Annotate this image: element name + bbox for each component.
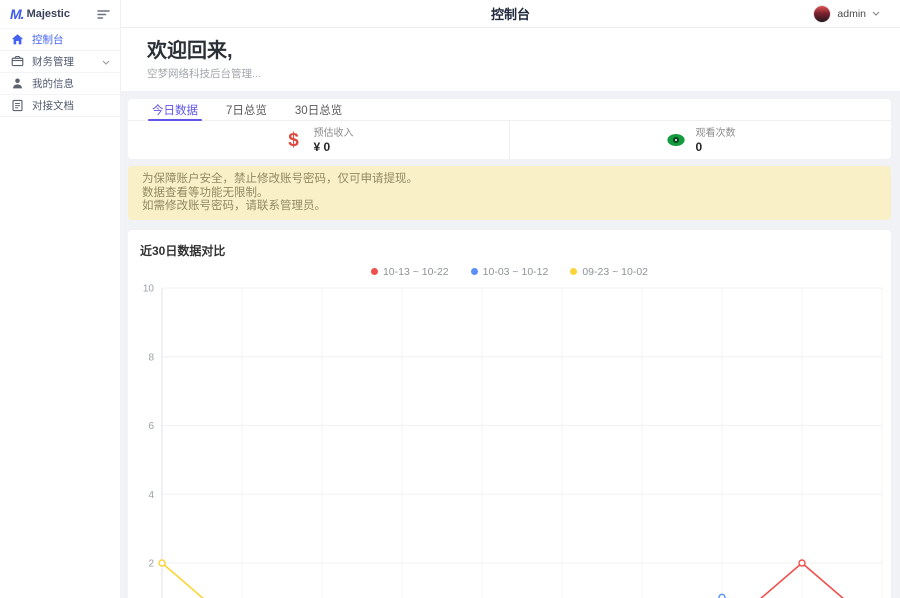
notice-line: 为保障账户安全，禁止修改账号密码，仅可申请提现。 <box>142 173 877 187</box>
sidebar-collapse-icon[interactable] <box>97 9 110 19</box>
stat-value: ¥ 0 <box>314 140 354 154</box>
stats-row: $ 预估收入¥ 0 观看次数0 <box>128 121 891 159</box>
legend-label: 09-23 ~ 10-02 <box>582 266 648 278</box>
tab-0[interactable]: 今日数据 <box>152 99 198 120</box>
stat-eye: 观看次数0 <box>509 121 891 159</box>
welcome-title: 欢迎回来, <box>147 38 900 64</box>
main-area: 控制台 admin 欢迎回来, 空梦网络科技后台管理... 今日数据 7日总览 30… <box>121 0 900 598</box>
tab-1[interactable]: 7日总览 <box>226 99 267 120</box>
chevron-down-icon <box>102 56 110 68</box>
home-icon <box>10 33 24 47</box>
stat-dollar: $ 预估收入¥ 0 <box>128 127 509 154</box>
sidebar-item-label: 控制台 <box>32 32 110 47</box>
dollar-icon: $ <box>284 131 304 150</box>
welcome-subtitle: 空梦网络科技后台管理... <box>147 66 900 81</box>
legend-label: 10-03 ~ 10-12 <box>483 266 549 278</box>
svg-text:2: 2 <box>148 558 154 569</box>
stat-label: 预估收入 <box>314 127 354 140</box>
overview-card: 今日数据 7日总览 30日总览 $ 预估收入¥ 0 观看次数0 <box>128 99 891 159</box>
chart-title: 近30日数据对比 <box>140 242 879 259</box>
tab-2[interactable]: 30日总览 <box>295 99 342 120</box>
svg-text:4: 4 <box>148 489 154 500</box>
legend-item[interactable]: 10-13 ~ 10-22 <box>371 266 449 278</box>
header: 控制台 admin <box>121 0 900 28</box>
sidebar-item-wallet[interactable]: 财务管理 <box>0 51 120 73</box>
legend-dot-icon <box>570 268 577 275</box>
legend-dot-icon <box>371 268 378 275</box>
notice-line: 数据查看等功能无限制。 <box>142 187 877 201</box>
logo-icon[interactable]: M. <box>10 6 24 22</box>
sidebar-menu: 控制台财务管理我的信息对接文档 <box>0 29 120 117</box>
sidebar: M. Majestic 控制台财务管理我的信息对接文档 <box>0 0 121 598</box>
welcome-banner: 欢迎回来, 空梦网络科技后台管理... <box>121 28 900 91</box>
app-window: M. Majestic 控制台财务管理我的信息对接文档 控制台 admin 欢迎… <box>0 0 900 598</box>
svg-text:10: 10 <box>143 283 155 294</box>
content: 今日数据 7日总览 30日总览 $ 预估收入¥ 0 观看次数0 为保障账户安全，禁止修改… <box>121 91 900 598</box>
legend-item[interactable]: 10-03 ~ 10-12 <box>471 266 549 278</box>
sidebar-item-home[interactable]: 控制台 <box>0 29 120 51</box>
page-title: 控制台 <box>121 4 900 23</box>
chevron-down-icon <box>872 11 880 16</box>
svg-text:8: 8 <box>148 352 154 363</box>
avatar[interactable] <box>813 5 831 23</box>
svg-text:6: 6 <box>148 421 154 432</box>
stat-value: 0 <box>696 140 736 154</box>
sidebar-item-label: 我的信息 <box>32 76 110 91</box>
chart-card: 近30日数据对比 10-13 ~ 10-22 10-03 ~ 10-12 09-23… <box>128 230 891 598</box>
notice-line: 如需修改账号密码，请联系管理员。 <box>142 200 877 214</box>
sidebar-item-user[interactable]: 我的信息 <box>0 73 120 95</box>
line-chart: 10 8 6 4 2 <box>128 230 891 598</box>
tab-bar: 今日数据 7日总览 30日总览 <box>128 99 891 121</box>
stat-label: 观看次数 <box>696 127 736 140</box>
legend-dot-icon <box>471 268 478 275</box>
user-icon <box>10 77 24 91</box>
security-notice: 为保障账户安全，禁止修改账号密码，仅可申请提现。数据查看等功能无限制。如需修改账… <box>128 166 891 220</box>
logo-row: M. Majestic <box>0 0 120 29</box>
legend-item[interactable]: 09-23 ~ 10-02 <box>570 266 648 278</box>
chart-legend: 10-13 ~ 10-22 10-03 ~ 10-12 09-23 ~ 10-02 <box>140 266 879 278</box>
user-menu[interactable]: admin <box>813 5 900 23</box>
logo-text[interactable]: Majestic <box>27 8 97 20</box>
sidebar-item-label: 财务管理 <box>32 54 102 69</box>
eye-icon <box>666 133 686 147</box>
sidebar-item-document[interactable]: 对接文档 <box>0 95 120 117</box>
legend-label: 10-13 ~ 10-22 <box>383 266 449 278</box>
wallet-icon <box>10 55 24 69</box>
document-icon <box>10 99 24 113</box>
user-name: admin <box>837 8 866 20</box>
sidebar-item-label: 对接文档 <box>32 98 110 113</box>
